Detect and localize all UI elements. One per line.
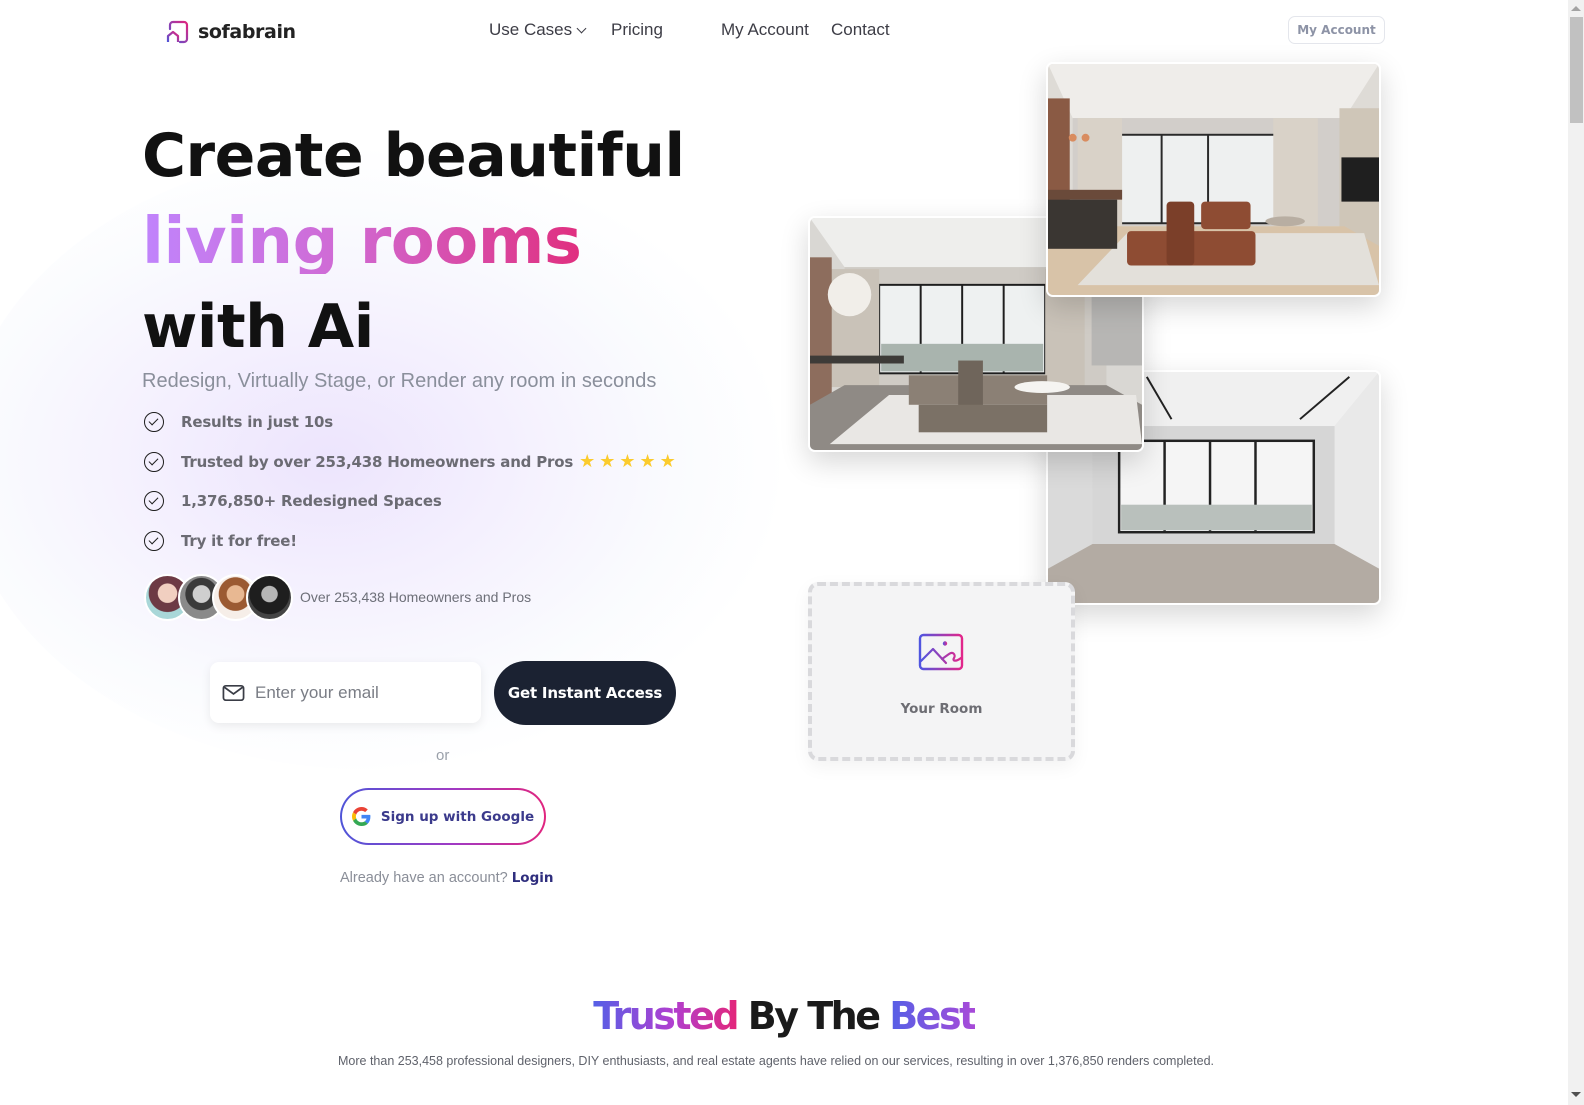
login-prompt-text: Already have an account?	[340, 870, 508, 886]
check-circle-icon	[144, 412, 164, 432]
nav-use-cases[interactable]: Use Cases	[489, 20, 587, 40]
feature-item: Results in just 10s	[144, 412, 333, 432]
hero-subtitle: Redesign, Virtually Stage, or Render any…	[142, 370, 657, 392]
scrollbar-thumb[interactable]	[1570, 17, 1583, 123]
feature-text: Results in just 10s	[181, 413, 333, 431]
check-circle-icon	[144, 531, 164, 551]
user-avatars	[144, 574, 293, 621]
star-icon: ★	[659, 451, 676, 472]
hero-title-highlight: living rooms	[142, 205, 582, 279]
nav-contact[interactable]: Contact	[831, 20, 890, 40]
landing-page: sofabrain Use Cases Pricing My Account C…	[0, 0, 1568, 1105]
star-icon: ★	[639, 451, 656, 472]
page-scrollbar[interactable]	[1568, 0, 1584, 1105]
star-icon: ★	[579, 451, 596, 472]
mail-icon	[222, 684, 245, 701]
get-instant-access-button[interactable]: Get Instant Access	[494, 661, 676, 725]
your-room-label: Your Room	[900, 701, 983, 717]
check-circle-icon	[144, 452, 164, 472]
brand-name: sofabrain	[198, 21, 296, 43]
hero-title-line-1: Create beautiful	[142, 121, 685, 191]
feature-item: Trusted by over 253,438 Homeowners and P…	[144, 452, 676, 472]
brown-living-room-image	[1046, 62, 1381, 297]
google-signup-button[interactable]: Sign up with Google	[340, 788, 546, 845]
brand-logo[interactable]: sofabrain	[166, 20, 296, 44]
hero-title-line-3: with Ai	[142, 292, 374, 362]
google-signup-label: Sign up with Google	[380, 808, 535, 825]
feature-text: 1,376,850+ Redesigned Spaces	[181, 492, 442, 510]
chevron-down-icon	[576, 23, 587, 34]
your-room-upload-dropzone[interactable]: Your Room	[808, 582, 1075, 761]
trusted-heading: Trusted By The Best	[0, 994, 1568, 1038]
rating-stars: ★ ★ ★ ★ ★	[579, 453, 676, 471]
nav-pricing[interactable]: Pricing	[611, 20, 663, 40]
feature-item: Try it for free!	[144, 531, 297, 551]
star-icon: ★	[619, 451, 636, 472]
google-icon	[351, 807, 371, 826]
trusted-heading-part3: Best	[889, 994, 977, 1038]
avatar	[246, 574, 293, 621]
nav-label: Use Cases	[489, 20, 573, 39]
trusted-heading-part2: By The	[737, 994, 890, 1038]
google-signup-inner: Sign up with Google	[342, 790, 544, 843]
feature-text: Trusted by over 253,438 Homeowners and P…	[181, 453, 574, 471]
feature-text: Try it for free!	[181, 532, 297, 550]
feature-item: 1,376,850+ Redesigned Spaces	[144, 491, 442, 511]
trusted-heading-part1: Trusted	[593, 994, 739, 1038]
or-divider: or	[436, 747, 450, 764]
email-input[interactable]	[255, 682, 455, 703]
social-proof-text: Over 253,438 Homeowners and Pros	[300, 589, 532, 605]
trusted-subtitle: More than 253,458 professional designers…	[338, 1054, 1214, 1068]
scroll-up-arrow-icon[interactable]	[1571, 6, 1581, 11]
email-field[interactable]	[210, 662, 481, 723]
check-circle-icon	[144, 491, 164, 511]
login-link[interactable]: Login	[512, 870, 554, 886]
brown-living-room-illustration	[1048, 64, 1379, 295]
login-prompt: Already have an account? Login	[340, 870, 553, 886]
nav-my-account[interactable]: My Account	[721, 20, 809, 40]
image-icon	[918, 633, 964, 671]
scroll-down-arrow-icon[interactable]	[1571, 1092, 1581, 1097]
my-account-button[interactable]: My Account	[1288, 16, 1385, 44]
star-icon: ★	[599, 451, 616, 472]
house-outline-icon	[166, 20, 189, 44]
